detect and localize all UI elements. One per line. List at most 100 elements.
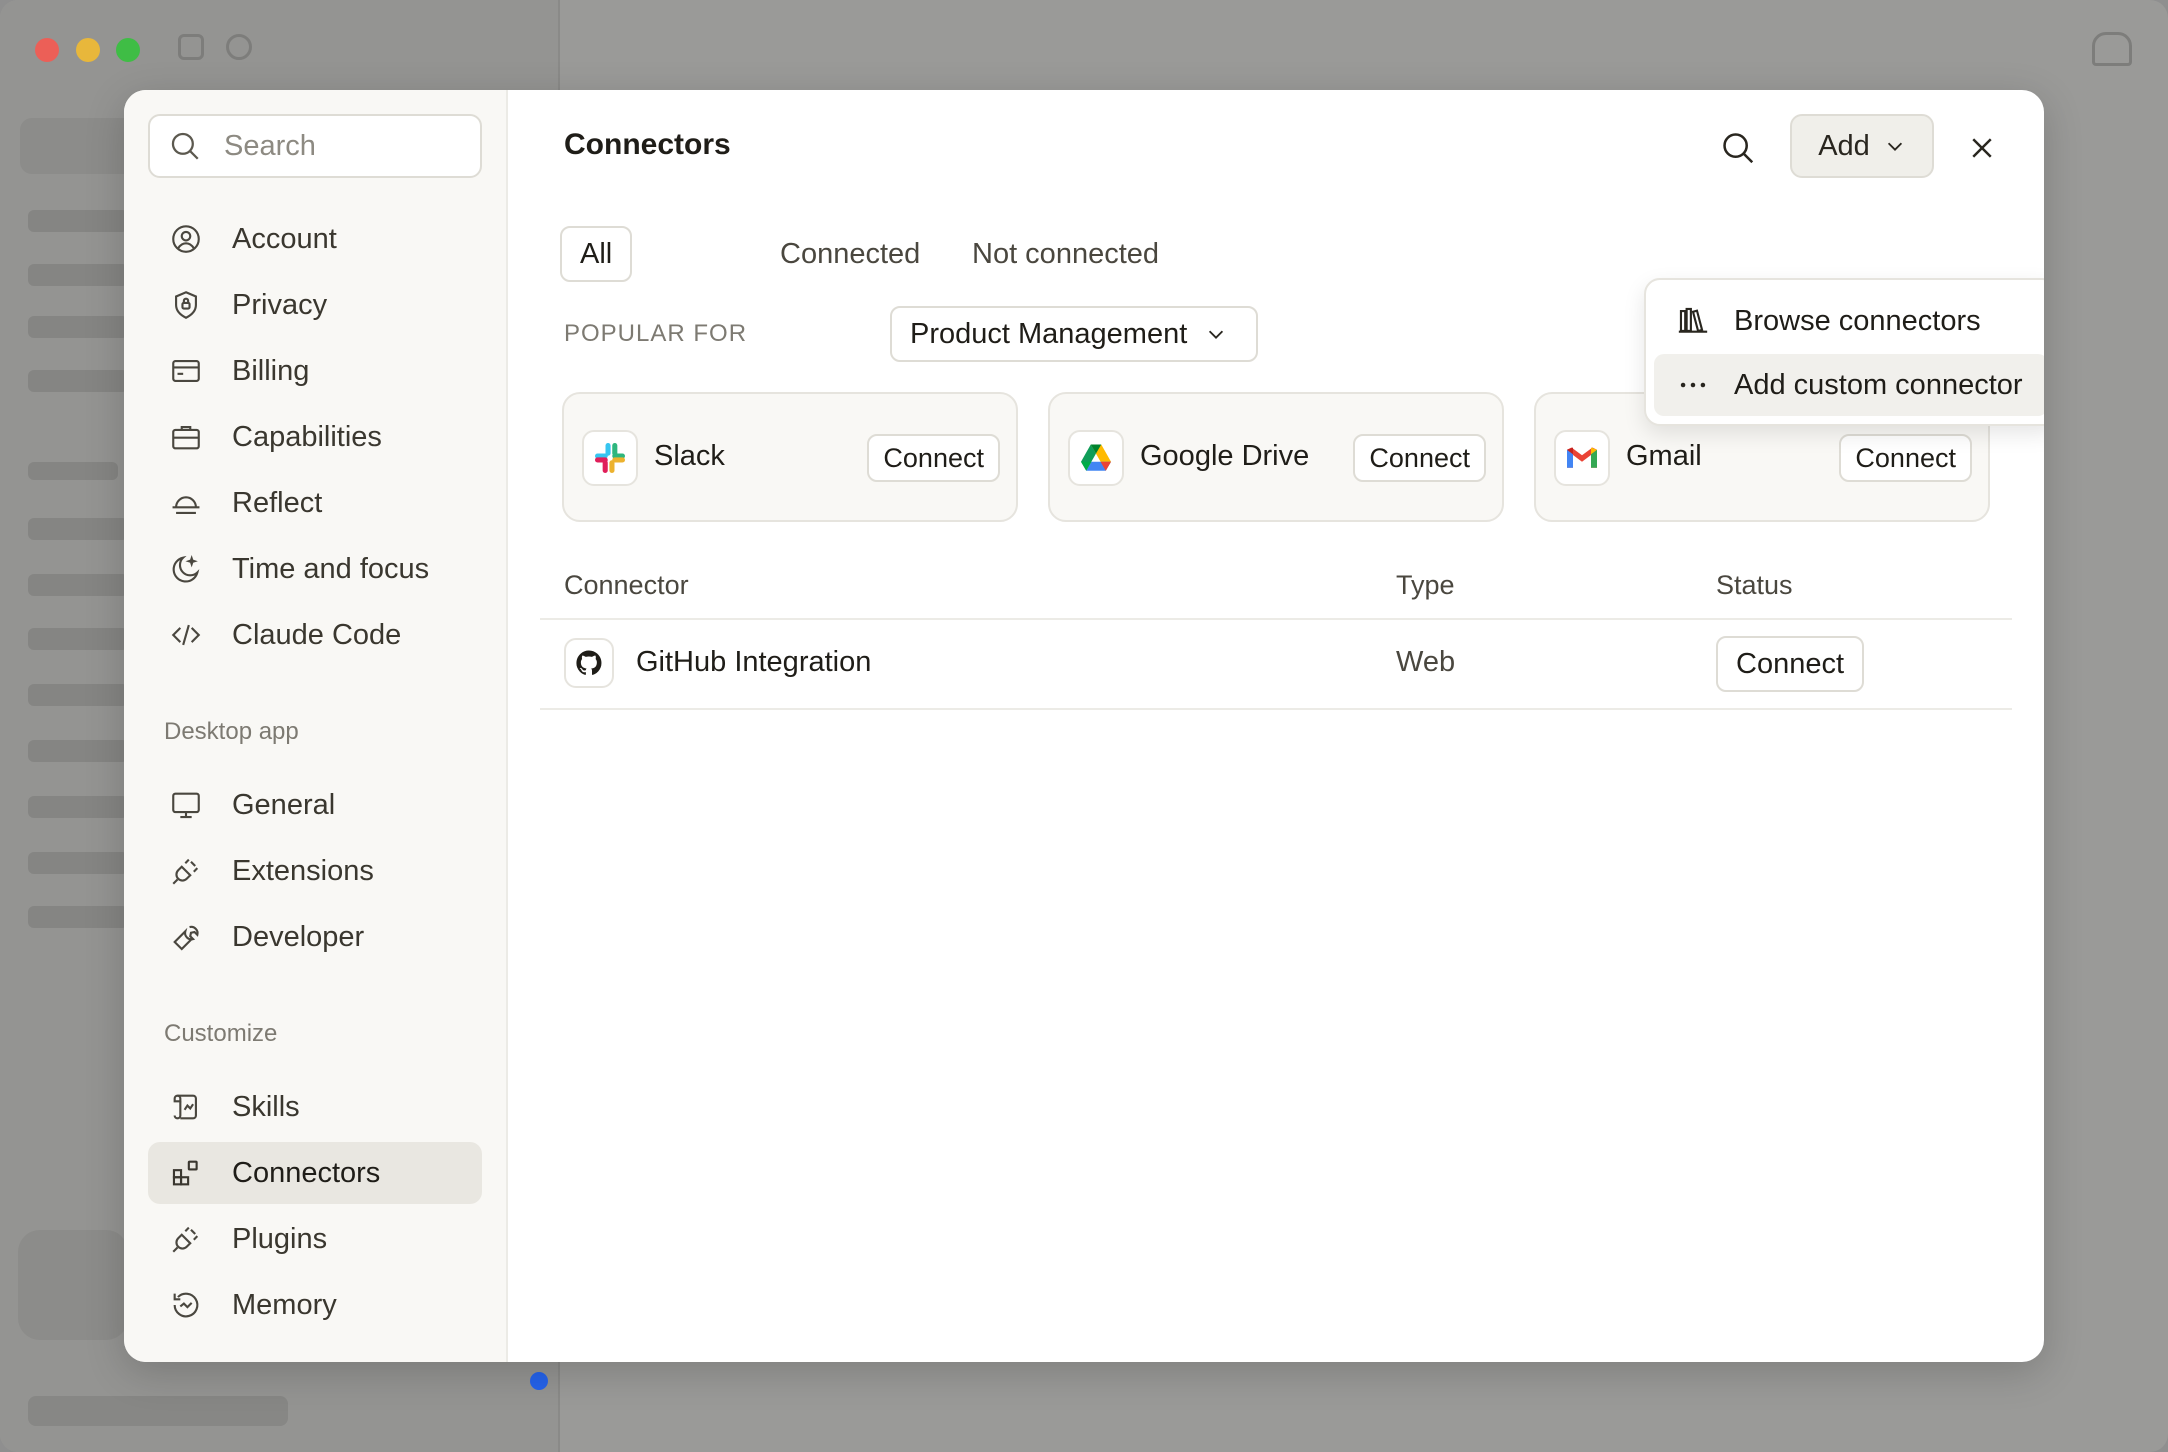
connect-button-slack[interactable]: Connect bbox=[867, 434, 1000, 482]
monitor-icon bbox=[168, 787, 204, 823]
menu-item-label: Add custom connector bbox=[1734, 368, 2023, 401]
chevron-down-icon bbox=[1209, 330, 1224, 339]
scroll-icon bbox=[168, 1089, 204, 1125]
search-icon bbox=[171, 132, 199, 160]
nav-label: Connectors bbox=[232, 1156, 381, 1189]
nav-label: Reflect bbox=[232, 486, 323, 519]
connector-card-name: Slack bbox=[654, 440, 725, 472]
column-header-status: Status bbox=[1716, 570, 1793, 600]
add-button-label: Add bbox=[1818, 129, 1870, 162]
background-line bbox=[28, 574, 128, 596]
connector-name-github: GitHub Integration bbox=[636, 646, 872, 678]
notification-dot bbox=[530, 1372, 548, 1390]
menu-item-add-custom-connector[interactable]: Add custom connector bbox=[1654, 354, 2044, 416]
history-icon bbox=[168, 1287, 204, 1323]
nav-item-reflect[interactable]: Reflect bbox=[148, 472, 482, 534]
window-zoom-dot[interactable] bbox=[116, 38, 140, 62]
background-avatar bbox=[18, 1230, 128, 1340]
nav-item-privacy[interactable]: Privacy bbox=[148, 274, 482, 336]
shield-icon bbox=[168, 287, 204, 323]
nav-item-plugins[interactable]: Plugins bbox=[148, 1208, 482, 1270]
nav-item-account[interactable]: Account bbox=[148, 208, 482, 270]
table-divider bbox=[540, 708, 2012, 710]
nav-item-general[interactable]: General bbox=[148, 774, 482, 836]
connect-button-google-drive[interactable]: Connect bbox=[1353, 434, 1486, 482]
window-minimize-dot[interactable] bbox=[76, 38, 100, 62]
background-line bbox=[28, 740, 128, 762]
popular-for-label: POPULAR FOR bbox=[564, 320, 748, 347]
tab-all[interactable]: All bbox=[560, 226, 633, 282]
nav-label: Memory bbox=[232, 1288, 337, 1321]
nav-item-connectors[interactable]: Connectors bbox=[148, 1142, 482, 1204]
menu-item-label: Browse connectors bbox=[1734, 304, 1981, 337]
tab-not-connected[interactable]: Not connected bbox=[972, 226, 1159, 282]
nav-label: Billing bbox=[232, 354, 310, 387]
search-placeholder: Search bbox=[224, 129, 316, 162]
popular-for-value: Product Management bbox=[910, 317, 1188, 350]
column-header-connector: Connector bbox=[564, 570, 689, 600]
search-icon bbox=[1723, 133, 1754, 164]
gmail-icon bbox=[1554, 430, 1610, 486]
page-title: Connectors bbox=[564, 128, 731, 161]
plug-icon bbox=[168, 1221, 204, 1257]
background-line bbox=[28, 462, 118, 480]
table-divider bbox=[540, 618, 2012, 620]
moon-icon bbox=[168, 551, 204, 587]
nav-label: Time and focus bbox=[232, 552, 430, 585]
credit-card-icon bbox=[168, 353, 204, 389]
wrench-icon bbox=[168, 919, 204, 955]
more-horizontal-icon bbox=[1676, 368, 1710, 402]
connect-button-gmail[interactable]: Connect bbox=[1839, 434, 1972, 482]
nav-label: Extensions bbox=[232, 854, 374, 887]
settings-modal: Search Account Privacy Billing Capabilit… bbox=[124, 90, 2044, 1362]
nav-label: Developer bbox=[232, 920, 365, 953]
connect-button-github[interactable]: Connect bbox=[1716, 636, 1865, 692]
window-close-dot[interactable] bbox=[35, 38, 59, 62]
popular-for-select[interactable]: Product Management bbox=[890, 306, 1258, 362]
nav-label: Skills bbox=[232, 1090, 300, 1123]
nav-section-desktop-app: Desktop app bbox=[164, 718, 299, 745]
background-line bbox=[28, 684, 128, 706]
background-line bbox=[28, 852, 128, 874]
tab-connected[interactable]: Connected bbox=[780, 226, 920, 282]
nav-item-extensions[interactable]: Extensions bbox=[148, 840, 482, 902]
chevron-down-icon bbox=[1887, 142, 1902, 151]
background-line bbox=[28, 796, 128, 818]
menu-item-browse-connectors[interactable]: Browse connectors bbox=[1654, 290, 2044, 352]
background-line bbox=[28, 264, 128, 286]
account-icon bbox=[168, 221, 204, 257]
nav-item-memory[interactable]: Memory bbox=[148, 1274, 482, 1336]
nav-item-developer[interactable]: Developer bbox=[148, 906, 482, 968]
nav-item-skills[interactable]: Skills bbox=[148, 1076, 482, 1138]
background-line bbox=[28, 370, 128, 392]
grid-plus-icon bbox=[168, 1155, 204, 1191]
connectors-search-button[interactable] bbox=[1716, 126, 1760, 170]
nav-section-customize: Customize bbox=[164, 1020, 278, 1047]
nav-item-claude-code[interactable]: Claude Code bbox=[148, 604, 482, 666]
close-button[interactable] bbox=[1960, 126, 2004, 170]
settings-search-input[interactable]: Search bbox=[148, 114, 482, 178]
connector-card-google-drive: Google Drive Connect bbox=[1048, 392, 1504, 522]
sidebar-toggle-icon bbox=[178, 34, 204, 60]
background-line bbox=[28, 906, 128, 928]
background-line bbox=[28, 316, 128, 338]
google-drive-icon bbox=[1068, 430, 1124, 486]
add-button[interactable]: Add bbox=[1790, 114, 1934, 178]
sunrise-icon bbox=[168, 485, 204, 521]
nav-label: General bbox=[232, 788, 336, 821]
nav-label: Claude Code bbox=[232, 618, 402, 651]
nav-item-capabilities[interactable]: Capabilities bbox=[148, 406, 482, 468]
briefcase-icon bbox=[168, 419, 204, 455]
connector-type-github: Web bbox=[1396, 646, 1456, 678]
nav-label: Plugins bbox=[232, 1222, 328, 1255]
add-dropdown-menu: Browse connectors Add custom connector bbox=[1644, 278, 2044, 426]
settings-sidebar: Search Account Privacy Billing Capabilit… bbox=[124, 90, 508, 1362]
nav-item-billing[interactable]: Billing bbox=[148, 340, 482, 402]
nav-item-time-and-focus[interactable]: Time and focus bbox=[148, 538, 482, 600]
close-icon bbox=[1972, 138, 1992, 158]
slack-icon bbox=[582, 430, 638, 486]
background-line bbox=[28, 628, 128, 650]
library-icon bbox=[1676, 304, 1710, 338]
connector-card-slack: Slack Connect bbox=[562, 392, 1018, 522]
background-search-icon bbox=[226, 34, 252, 60]
